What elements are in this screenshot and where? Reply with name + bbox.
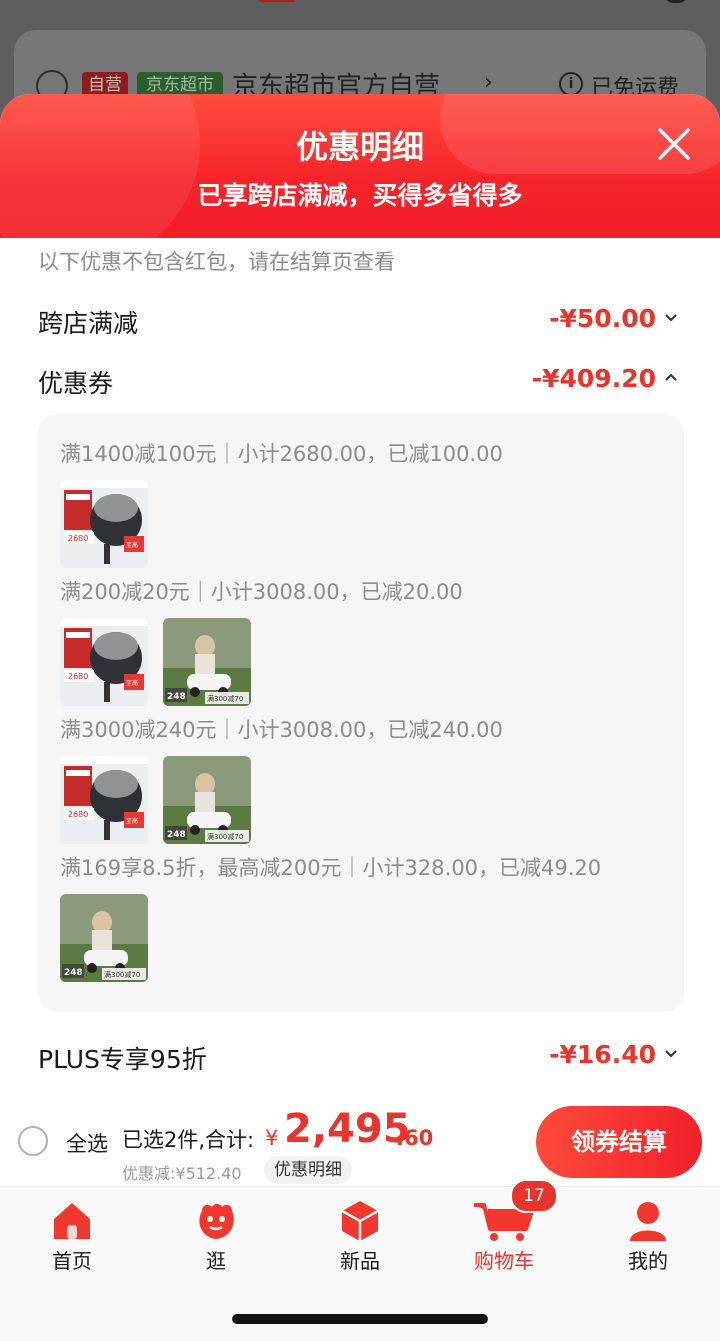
product-thumb-ride-on-car[interactable]: 248 满300减70	[163, 756, 251, 844]
sheet-title: 优惠明细	[295, 128, 424, 166]
chevron-up-icon	[664, 366, 678, 393]
coupon-row[interactable]: 优惠券 -¥409.20	[38, 364, 682, 404]
tab-label: 新品	[340, 1249, 380, 1273]
plus-discount-row[interactable]: PLUS专享95折 -¥16.40	[38, 1040, 682, 1080]
row-label: 跨店满减	[38, 309, 139, 338]
currency-symbol: ¥	[265, 1126, 279, 1150]
svg-text:至高: 至高	[126, 817, 138, 825]
svg-text:满300减70: 满300减70	[104, 970, 140, 979]
tab-profile[interactable]: 我的	[576, 1187, 720, 1287]
sheet-header: 优惠明细 已享跨店满减，买得多省得多	[0, 94, 720, 264]
svg-text:至高: 至高	[126, 679, 138, 687]
coupon-rule: 满3000减240元｜小计3008.00，已减240.00	[60, 718, 503, 742]
sheet-subtitle: 已享跨店满减，买得多省得多	[197, 181, 523, 210]
background-top-tag	[258, 0, 296, 2]
svg-text:至高: 至高	[126, 541, 138, 549]
tab-label: 首页	[52, 1249, 92, 1273]
total-discount: 优惠减:¥512.40	[122, 1164, 242, 1183]
svg-text:满300减70: 满300减70	[207, 832, 243, 841]
product-thumb-car-seat[interactable]: 2680 至高	[60, 618, 148, 706]
browse-icon	[194, 1199, 238, 1243]
tab-label: 我的	[628, 1249, 668, 1273]
svg-text:2680: 2680	[68, 534, 88, 543]
product-thumb-car-seat[interactable]: 2680 至高	[60, 480, 148, 568]
row-amount: -¥16.40	[549, 1040, 656, 1069]
svg-text:2680: 2680	[68, 810, 88, 819]
svg-text:2680: 2680	[68, 672, 88, 681]
svg-text:248: 248	[167, 692, 186, 702]
cart-count-badge: 17	[510, 1179, 558, 1213]
info-icon: i	[559, 72, 583, 96]
svg-text:248: 248	[167, 830, 186, 840]
tab-label: 购物车	[474, 1249, 534, 1273]
svg-text:满300减70: 满300减70	[207, 694, 243, 703]
new-items-box-icon	[338, 1199, 382, 1243]
selected-count: 已选2件,合计:	[122, 1128, 255, 1152]
product-thumb-car-seat[interactable]: 2680 至高	[60, 756, 148, 844]
tab-browse[interactable]: 逛	[144, 1187, 288, 1287]
total-price-integer: 2,495	[284, 1106, 411, 1152]
coupon-details-box: 满1400减100元｜小计2680.00，已减100.00 2680 至高 满2…	[38, 414, 684, 1012]
close-icon[interactable]	[654, 124, 694, 164]
discount-note: 以下优惠不包含红包，请在结算页查看	[38, 250, 395, 274]
coupon-rule: 满200减20元｜小计3008.00，已减20.00	[60, 580, 463, 604]
select-all-radio[interactable]	[18, 1126, 48, 1156]
discount-details-sheet: 优惠明细 已享跨店满减，买得多省得多 以下优惠不包含红包，请在结算页查看 跨店满…	[0, 94, 720, 1100]
tab-home[interactable]: 首页	[0, 1187, 144, 1287]
home-indicator	[232, 1314, 488, 1324]
product-thumb-ride-on-car[interactable]: 248 满300减70	[60, 894, 148, 982]
checkout-bar: 全选 已选2件,合计: ¥ 2,495 .60 优惠减:¥512.40 优惠明细…	[0, 1098, 720, 1186]
chevron-down-icon	[664, 306, 678, 333]
total-price-decimal: .60	[396, 1126, 434, 1150]
chevron-down-icon	[664, 1042, 678, 1069]
cross-store-discount-row[interactable]: 跨店满减 -¥50.00	[38, 304, 682, 344]
row-label: PLUS专享95折	[38, 1045, 207, 1074]
search-icon	[664, 0, 688, 3]
checkout-button[interactable]: 领券结算	[536, 1106, 702, 1178]
svg-text:248: 248	[64, 968, 83, 978]
select-all-label[interactable]: 全选	[66, 1128, 108, 1158]
product-thumb-ride-on-car[interactable]: 248 满300减70	[163, 618, 251, 706]
user-icon	[626, 1199, 670, 1243]
chevron-right-icon: ›	[484, 70, 493, 95]
discount-details-chip[interactable]: 优惠明细	[264, 1156, 352, 1184]
tab-label: 逛	[206, 1249, 226, 1273]
home-icon	[50, 1199, 94, 1243]
row-amount: -¥50.00	[549, 304, 656, 333]
row-amount: -¥409.20	[531, 364, 656, 393]
row-label: 优惠券	[38, 369, 114, 398]
tab-new-items[interactable]: 新品	[288, 1187, 432, 1287]
coupon-rule: 满169享8.5折，最高减200元｜小计328.00，已减49.20	[60, 856, 602, 880]
coupon-rule: 满1400减100元｜小计2680.00，已减100.00	[60, 442, 503, 466]
